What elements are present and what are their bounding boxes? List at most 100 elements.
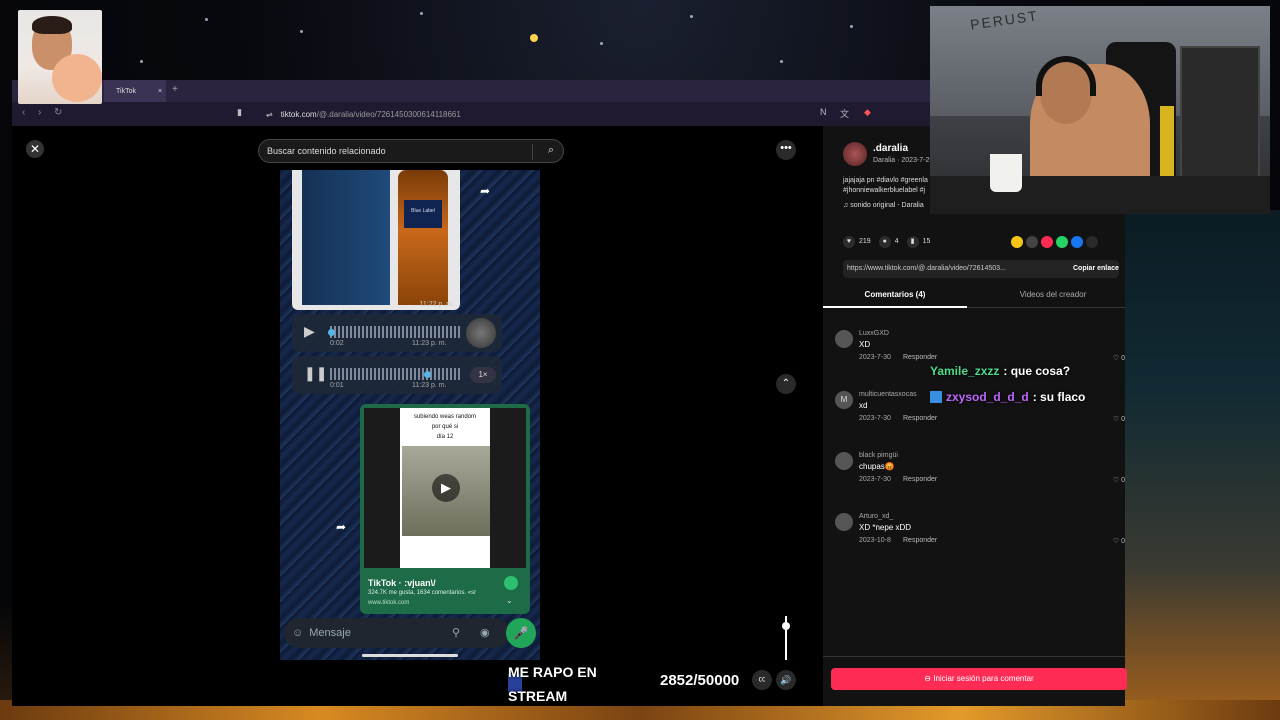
reload-icon[interactable]: ↻ — [54, 107, 62, 118]
hair-shape — [32, 16, 72, 34]
star — [140, 60, 143, 63]
pause-icon: ❚❚ — [304, 365, 328, 381]
whatsapp-icon[interactable] — [1056, 236, 1068, 248]
playback-speed-badge: 1× — [470, 367, 496, 383]
browser-toolbar: ‹ › ↻ ▮ ⇌ tiktok.com/@.daralia/video/726… — [12, 102, 930, 126]
forward-icon: ➦ — [480, 184, 491, 198]
comment-like-count: 0 — [1121, 477, 1125, 484]
comment-button[interactable]: ● 4 — [878, 236, 899, 248]
guest-webcam — [18, 10, 102, 104]
mug-shape — [990, 154, 1022, 192]
tab-close-icon[interactable]: × — [158, 88, 162, 95]
comment-like-button[interactable]: ♡ 0 — [1113, 537, 1125, 545]
star — [300, 30, 303, 33]
comment-like-button[interactable]: ♡ 0 — [1113, 415, 1125, 423]
comment-username[interactable]: Arturo_xd_ — [859, 513, 893, 520]
stream-scene: TikTok × + ‹ › ↻ ▮ ⇌ tiktok.com/@.darali… — [0, 0, 1280, 720]
shared-overlay-text: subiendo weas random por qué si día 12 — [400, 412, 490, 442]
author-subtitle: Daralia · 2023-7-29 — [873, 157, 934, 164]
play-icon: ▶ — [304, 323, 315, 339]
comment-text: xd — [859, 401, 868, 410]
like-count: 219 — [859, 238, 871, 245]
volume-knob[interactable] — [782, 622, 790, 630]
shared-tiktok-card: subiendo weas random por qué si día 12 ▶… — [360, 404, 530, 614]
tab-comments[interactable]: Comentarios (4) — [823, 290, 967, 308]
bookmark-icon[interactable]: ▮ — [237, 107, 242, 118]
facebook-icon[interactable] — [1071, 236, 1083, 248]
search-input[interactable]: Buscar contenido relacionado ⌕ — [258, 139, 564, 163]
search-icon[interactable]: ⌕ — [548, 144, 554, 157]
copy-link-button[interactable]: Copiar enlace — [1073, 260, 1119, 278]
star — [530, 34, 538, 42]
share-row — [1011, 236, 1098, 248]
avatar — [466, 318, 496, 348]
comment-like-button[interactable]: ♡ 0 — [1113, 476, 1125, 484]
playhead — [328, 329, 335, 336]
tab-creator-videos[interactable]: Videos del creador — [981, 290, 1125, 308]
browser-tab[interactable]: TikTok × — [104, 80, 166, 102]
shared-title: TikTok · :vjuan\/ — [368, 578, 436, 588]
avatar[interactable] — [835, 513, 853, 531]
share-arrow-icon[interactable] — [1086, 236, 1098, 248]
comment-username[interactable]: black pimgüi — [859, 452, 898, 459]
comment-date: 2023-7-30 — [859, 476, 891, 483]
message-input: ☺ Mensaje — [284, 618, 510, 648]
reply-button[interactable]: Responder — [903, 415, 937, 422]
avatar[interactable]: M — [835, 391, 853, 409]
login-label: Iniciar sesión para comentar — [933, 674, 1034, 683]
tiktok-share-icon[interactable] — [1041, 236, 1053, 248]
brave-shield-icon[interactable]: ◆ — [864, 107, 871, 118]
overlay-line: subiendo weas random — [413, 414, 477, 420]
waveform — [330, 326, 460, 338]
avatar[interactable] — [835, 330, 853, 348]
volume-button[interactable]: 🔊 — [776, 670, 796, 690]
waveform — [330, 368, 460, 380]
chat-message: Yamile_zxzz : que cosa? — [930, 358, 1085, 384]
audio-duration: 0:02 — [330, 340, 344, 347]
save-button[interactable]: ▮ 15 — [906, 236, 930, 248]
stream-chat: Yamile_zxzz : que cosa? zxysod_d_d_d : s… — [930, 358, 1085, 410]
divider — [532, 144, 533, 160]
comment-like-count: 0 — [1121, 355, 1125, 362]
address-bar[interactable]: ⇌ tiktok.com/@.daralia/video/72614503006… — [266, 106, 826, 122]
comment-date: 2023-7-30 — [859, 354, 891, 361]
streamer-webcam: PERUST — [930, 6, 1270, 214]
comment-item: Arturo_xd_ XD *nepe xDD 2023-10-8 Responder… — [835, 513, 1125, 563]
desk-shape — [930, 176, 1270, 214]
bookmark-icon: ▮ — [906, 236, 919, 248]
like-button[interactable]: ♥ 219 — [843, 236, 871, 248]
comment-username[interactable]: LuxxGXD — [859, 330, 889, 337]
avatar[interactable] — [843, 142, 867, 166]
video-player[interactable]: Blue Label 11:22 p. m. ➦ ▶ 0:02 11:23 p.… — [280, 170, 540, 660]
chat-text: : que cosa? — [1003, 364, 1071, 378]
close-button[interactable]: ✕ — [26, 140, 44, 158]
new-tab-button[interactable]: + — [172, 84, 178, 95]
chat-username: zxysod_d_d_d — [946, 390, 1029, 404]
more-options-button[interactable]: ••• — [776, 140, 796, 160]
reader-icon[interactable]: N — [820, 107, 827, 117]
previous-video-button[interactable]: ⌃ — [776, 374, 796, 394]
url-domain: tiktok.com — [280, 109, 317, 119]
reply-button[interactable]: Responder — [903, 537, 937, 544]
translate-icon[interactable]: 文 — [840, 107, 849, 120]
comment-icon: ⊖ — [924, 674, 934, 683]
emoji-icon: ☺ — [292, 627, 304, 639]
captions-button[interactable]: ㏄ — [752, 670, 772, 690]
coin-icon[interactable] — [1011, 236, 1023, 248]
avatar[interactable] — [835, 452, 853, 470]
back-icon[interactable]: ‹ — [22, 107, 25, 118]
star — [780, 60, 783, 63]
reply-button[interactable]: Responder — [903, 476, 937, 483]
bottle-label: Blue Label — [404, 200, 442, 228]
music-label[interactable]: ♫ sonido original - Daralia — [843, 202, 924, 209]
comment-username[interactable]: multicuentasxocas — [859, 391, 917, 398]
bottle-image — [398, 170, 448, 305]
author-name[interactable]: .daralia — [873, 143, 908, 154]
embed-icon[interactable] — [1026, 236, 1038, 248]
forward-icon[interactable]: › — [38, 107, 41, 118]
comment-like-button[interactable]: ♡ 0 — [1113, 354, 1125, 362]
login-to-comment-button[interactable]: ⊖ Iniciar sesión para comentar — [831, 668, 1127, 690]
audio-time: 11:23 p. m. — [412, 340, 447, 347]
audio-message: ❚❚ 0:01 11:23 p. m. 1× — [292, 356, 502, 394]
site-info-icon[interactable]: ⇌ — [266, 110, 273, 119]
